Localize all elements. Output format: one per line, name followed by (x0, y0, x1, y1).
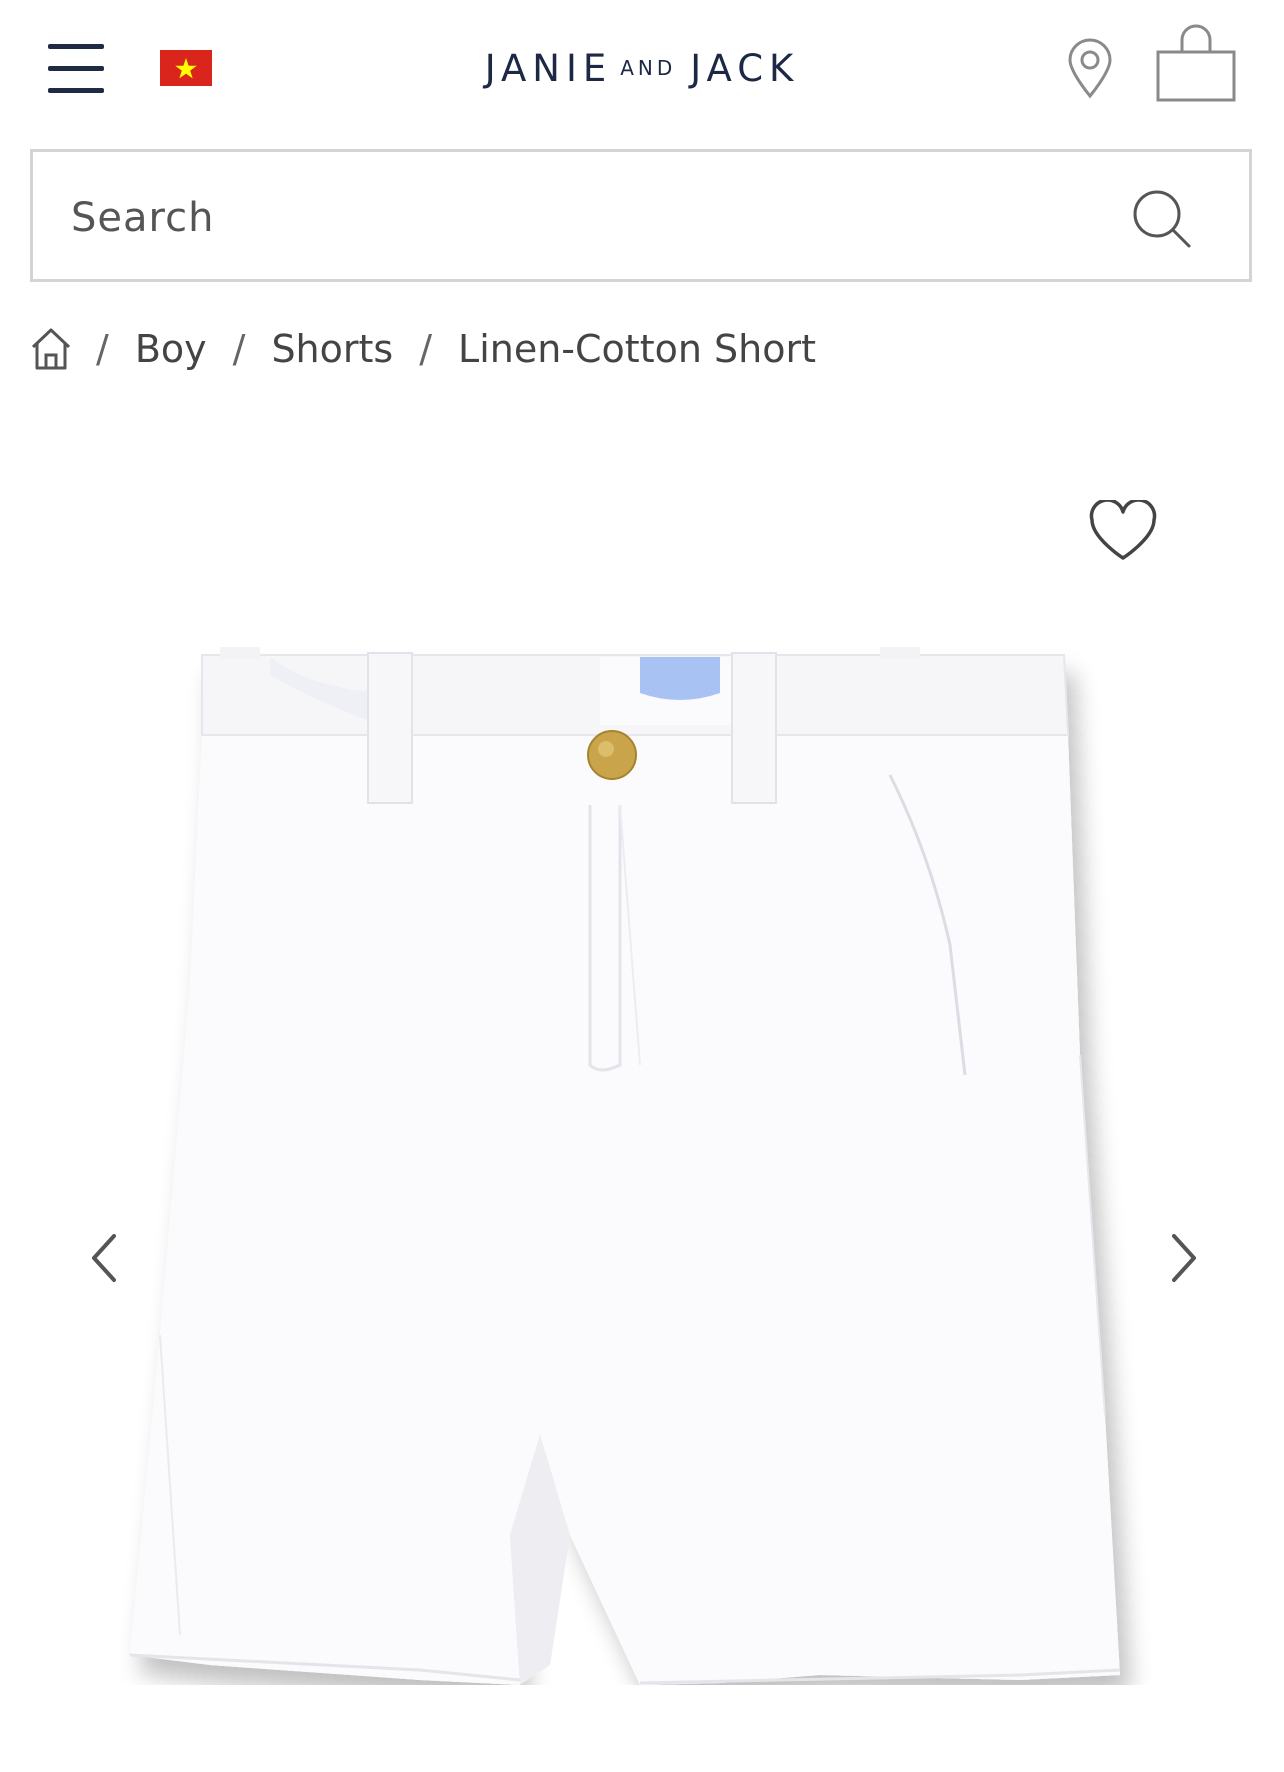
hamburger-icon-bar (48, 88, 104, 93)
logo-word-and: AND (620, 56, 677, 80)
breadcrumb-separator: / (419, 327, 433, 371)
hamburger-icon-bar (48, 66, 104, 71)
hamburger-icon-bar (48, 44, 104, 49)
breadcrumb-separator: / (96, 327, 109, 371)
breadcrumb-shorts[interactable]: Shorts (271, 327, 393, 371)
brand-logo[interactable]: JANIE AND JACK (300, 40, 984, 96)
chevron-left-icon[interactable] (84, 1230, 124, 1286)
chevron-right-icon[interactable] (1164, 1230, 1204, 1286)
location-pin-icon[interactable] (1062, 38, 1118, 100)
breadcrumb: / Boy / Shorts / Linen-Cotton Short (30, 318, 816, 380)
vietnam-flag-icon[interactable] (160, 50, 212, 86)
menu-button[interactable] (48, 44, 104, 93)
search-input[interactable] (69, 182, 1073, 254)
search-bar (30, 149, 1252, 282)
breadcrumb-boy[interactable]: Boy (135, 327, 207, 371)
breadcrumb-current: Linen-Cotton Short (458, 327, 816, 371)
product-image (129, 647, 1121, 1685)
shopping-bag-icon[interactable] (1156, 24, 1236, 102)
breadcrumb-separator: / (232, 327, 246, 371)
heart-icon[interactable] (1088, 500, 1158, 562)
home-icon[interactable] (30, 327, 72, 371)
site-header: JANIE AND JACK (0, 0, 1284, 140)
logo-word-jack: JACK (690, 46, 800, 90)
logo-word-janie: JANIE (484, 46, 613, 90)
search-icon[interactable] (1131, 188, 1193, 250)
product-image-carousel[interactable] (0, 400, 1284, 1772)
